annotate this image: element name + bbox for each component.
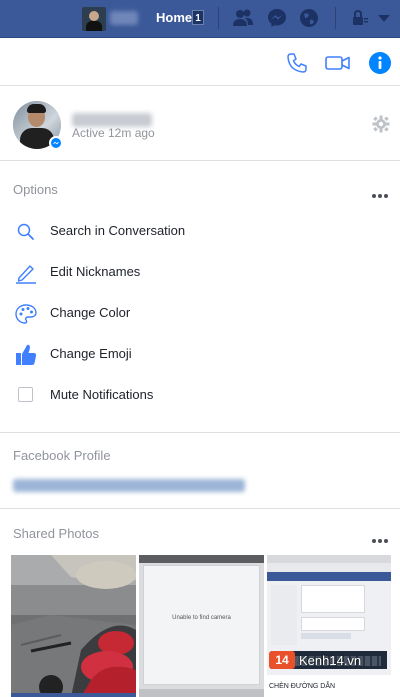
option-label: Mute Notifications bbox=[50, 387, 154, 402]
contact-profile-row bbox=[0, 87, 400, 161]
option-mute-notifications[interactable]: Mute Notifications bbox=[0, 375, 400, 415]
active-status: Active 12m ago bbox=[72, 126, 155, 140]
kenh14-logo-badge: 14 bbox=[269, 651, 295, 669]
option-label: Search in Conversation bbox=[50, 223, 186, 238]
pencil-icon bbox=[14, 262, 38, 284]
facebook-profile-section-title: Facebook Profile bbox=[13, 448, 111, 463]
messenger-badge-icon bbox=[49, 136, 63, 150]
divider bbox=[0, 508, 400, 509]
account-menu-chevron-down-icon[interactable] bbox=[373, 7, 395, 29]
option-label: Edit Nicknames bbox=[50, 264, 141, 279]
shared-photo[interactable]: 14 Kenh14.vn CHÈN ĐƯỜNG DẪN bbox=[267, 555, 391, 697]
shared-photos-section-title: Shared Photos bbox=[13, 526, 100, 541]
options-more-icon[interactable] bbox=[372, 185, 390, 198]
friend-requests-icon[interactable] bbox=[232, 7, 254, 29]
mute-notifications-checkbox[interactable] bbox=[18, 387, 33, 402]
option-edit-nicknames[interactable]: Edit Nicknames bbox=[0, 252, 400, 292]
option-label: Change Color bbox=[50, 305, 131, 320]
shared-photo[interactable]: Unable to find camera bbox=[139, 555, 264, 697]
user-name-blurred[interactable] bbox=[110, 11, 138, 25]
divider bbox=[218, 7, 219, 29]
home-link[interactable]: Home bbox=[156, 10, 192, 25]
video-call-icon[interactable] bbox=[324, 51, 352, 75]
divider bbox=[335, 7, 336, 29]
thumbs-up-icon bbox=[14, 342, 38, 368]
option-change-color[interactable]: Change Color bbox=[0, 293, 400, 333]
photo-caption-text: CHÈN ĐƯỜNG DẪN bbox=[269, 683, 336, 690]
gear-icon[interactable] bbox=[372, 115, 390, 133]
home-badge: 1 bbox=[192, 10, 204, 25]
phone-call-icon[interactable] bbox=[285, 51, 309, 75]
facebook-profile-link-blurred[interactable] bbox=[13, 479, 245, 492]
palette-icon bbox=[14, 303, 38, 325]
lock-icon[interactable] bbox=[348, 7, 370, 29]
contact-name-blurred[interactable] bbox=[72, 113, 152, 127]
top-navigation-bar: Home 1 bbox=[0, 0, 400, 38]
option-label: Change Emoji bbox=[50, 346, 132, 361]
option-change-emoji[interactable]: Change Emoji bbox=[0, 334, 400, 374]
shared-photos-more-icon[interactable] bbox=[372, 530, 390, 543]
search-icon bbox=[14, 221, 38, 243]
kenh14-watermark: Kenh14.vn bbox=[299, 653, 362, 668]
options-section-title: Options bbox=[13, 182, 58, 197]
globe-notifications-icon[interactable] bbox=[298, 7, 320, 29]
info-icon[interactable] bbox=[368, 51, 392, 75]
user-avatar[interactable] bbox=[82, 7, 106, 31]
shared-photo[interactable] bbox=[11, 555, 136, 697]
photo-caption-text: Unable to find camera bbox=[172, 615, 231, 621]
divider bbox=[0, 432, 400, 433]
conversation-header bbox=[0, 38, 400, 86]
messenger-icon[interactable] bbox=[266, 7, 288, 29]
option-search-in-conversation[interactable]: Search in Conversation bbox=[0, 211, 400, 251]
